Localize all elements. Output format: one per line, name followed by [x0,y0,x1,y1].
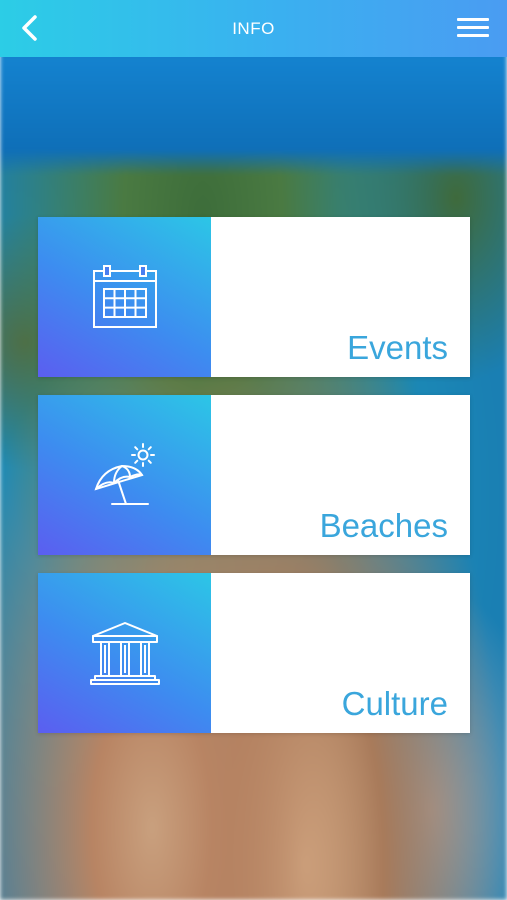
events-card[interactable]: Events [38,217,470,377]
beaches-label: Beaches [319,507,448,544]
chevron-left-icon [22,15,37,41]
events-label-pane: Events [211,217,470,377]
back-button[interactable] [14,12,44,44]
beaches-card[interactable]: Beaches [38,395,470,555]
hamburger-menu-icon [457,18,489,37]
menu-button[interactable] [457,15,489,41]
top-bar: INFO [0,0,507,57]
museum-building-icon [89,622,160,685]
events-label: Events [347,329,448,366]
page-title: INFO [232,18,275,38]
culture-label: Culture [341,685,448,722]
culture-icon-pane [38,573,211,733]
culture-label-pane: Culture [211,573,470,733]
beaches-icon-pane [38,395,211,555]
beach-umbrella-sun-icon [93,443,155,505]
beaches-label-pane: Beaches [211,395,470,555]
events-icon-pane [38,217,211,377]
calendar-icon [92,265,157,328]
culture-card[interactable]: Culture [38,573,470,733]
